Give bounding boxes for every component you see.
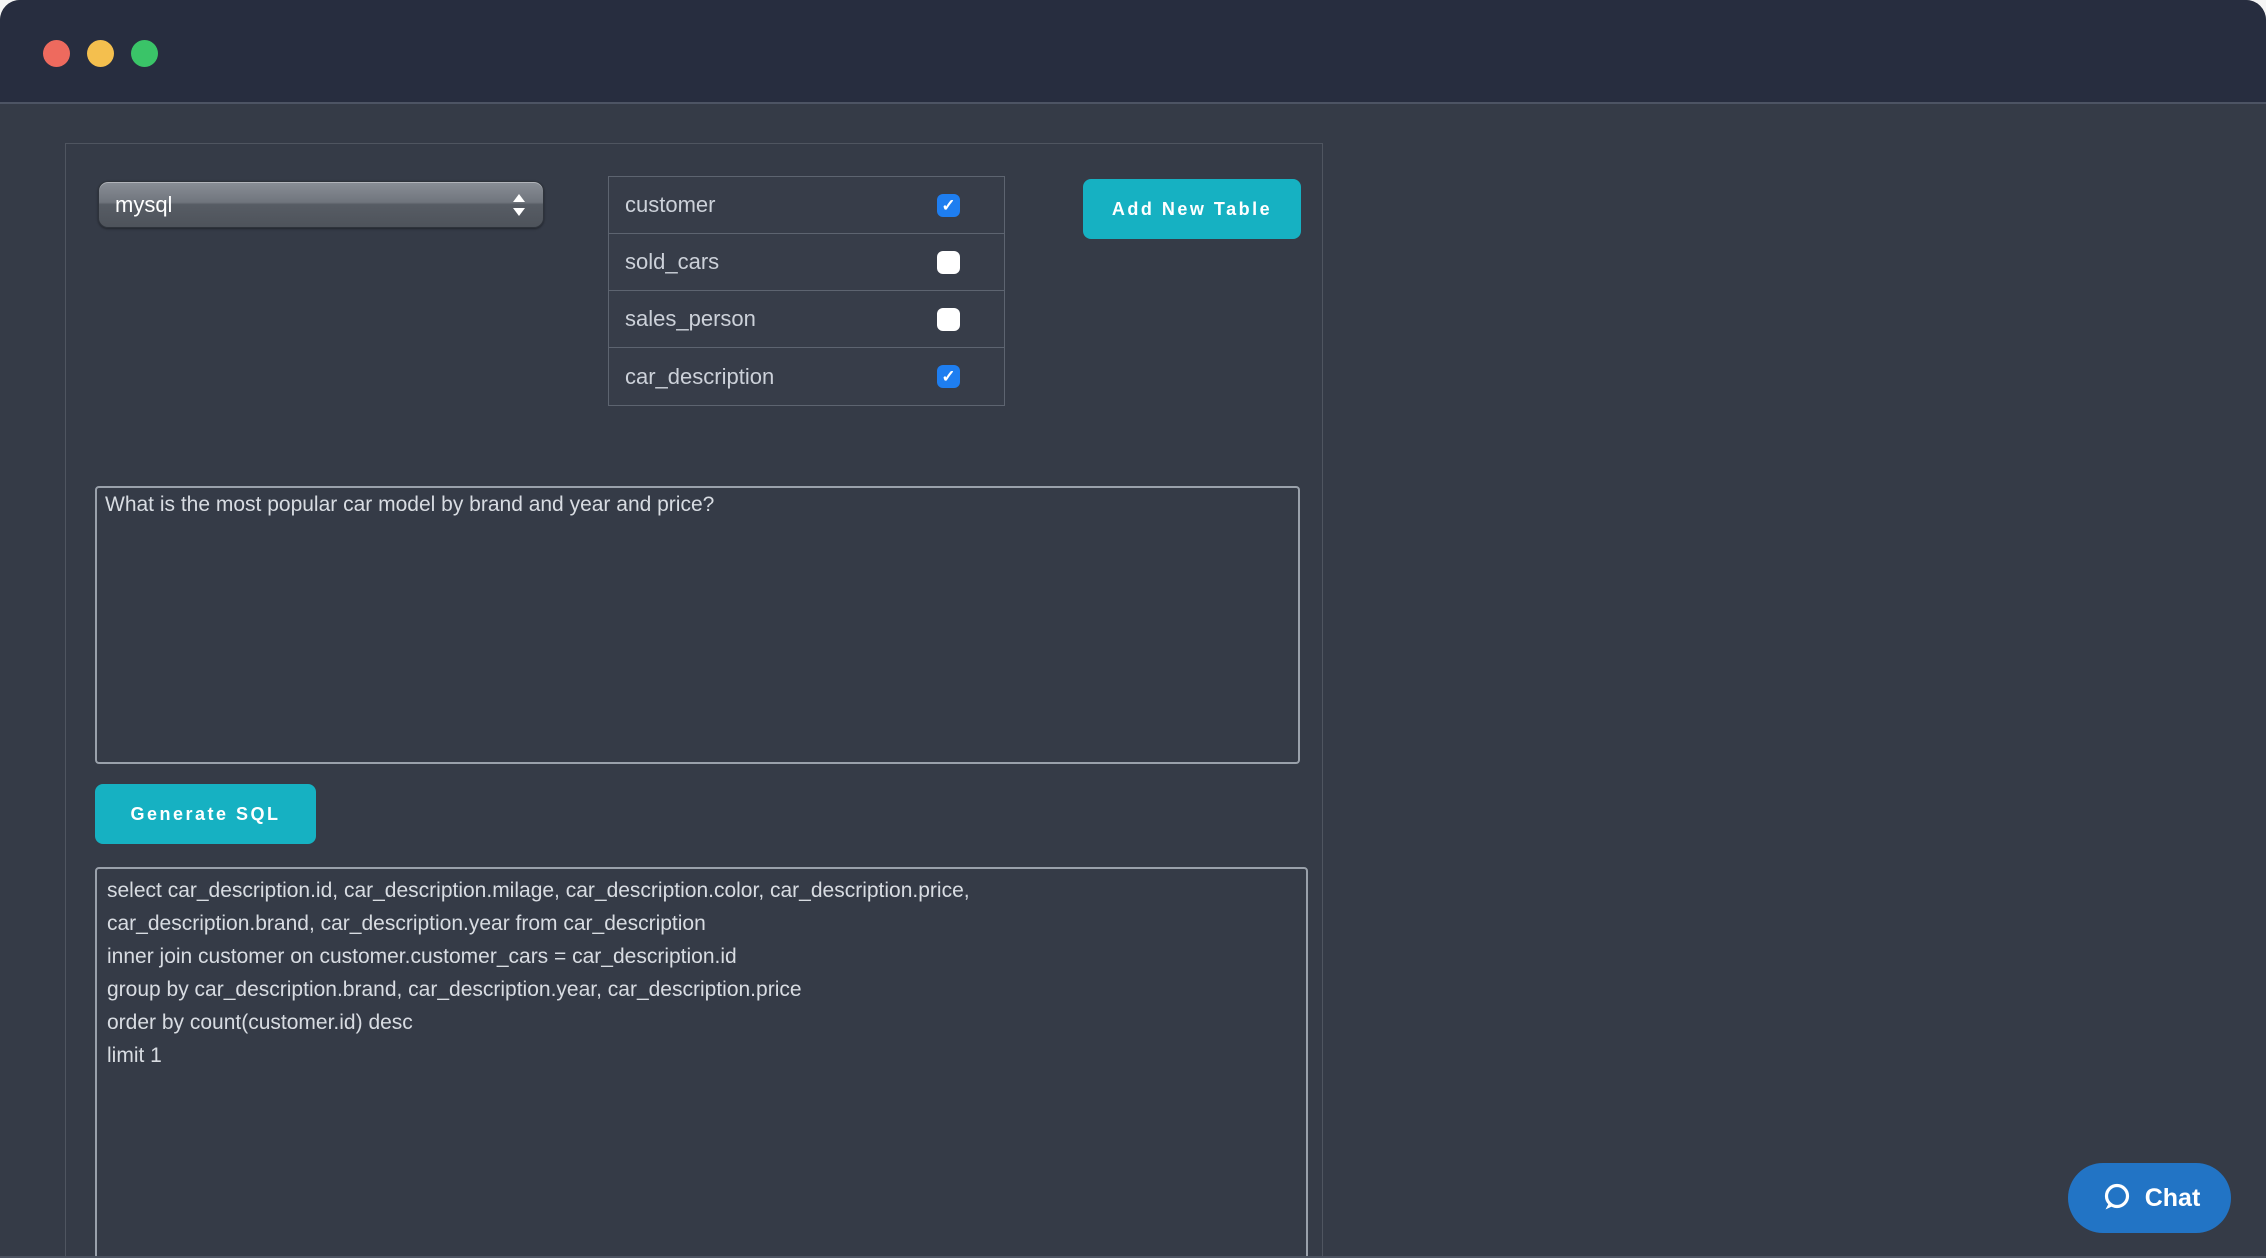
select-stepper-icon bbox=[511, 192, 527, 218]
generate-sql-button[interactable]: Generate SQL bbox=[95, 784, 316, 844]
zoom-window-button[interactable] bbox=[131, 40, 158, 67]
table-row: sold_cars bbox=[609, 234, 1004, 291]
table-name-label: customer bbox=[625, 192, 937, 218]
main-panel: mysql customer sold_cars sales_person car_d… bbox=[65, 143, 1323, 1258]
table-checkbox[interactable] bbox=[937, 251, 960, 274]
chat-bubble-icon bbox=[2099, 1181, 2133, 1215]
table-list: customer sold_cars sales_person car_descrip… bbox=[608, 176, 1005, 406]
table-checkbox[interactable] bbox=[937, 365, 960, 388]
titlebar bbox=[0, 0, 2266, 104]
add-new-table-button[interactable]: Add New Table bbox=[1083, 179, 1301, 239]
database-engine-select[interactable]: mysql bbox=[98, 181, 544, 228]
minimize-window-button[interactable] bbox=[87, 40, 114, 67]
table-name-label: sales_person bbox=[625, 306, 937, 332]
chat-button[interactable]: Chat bbox=[2068, 1163, 2231, 1233]
close-window-button[interactable] bbox=[43, 40, 70, 67]
app-window: mysql customer sold_cars sales_person car_d… bbox=[0, 0, 2266, 1258]
table-row: car_description bbox=[609, 348, 1004, 405]
screenshot-stage: mysql customer sold_cars sales_person car_d… bbox=[0, 0, 2266, 1258]
table-checkbox[interactable] bbox=[937, 194, 960, 217]
database-engine-value: mysql bbox=[115, 192, 511, 218]
table-row: sales_person bbox=[609, 291, 1004, 348]
question-input[interactable]: What is the most popular car model by br… bbox=[95, 486, 1300, 764]
table-checkbox[interactable] bbox=[937, 308, 960, 331]
chat-button-label: Chat bbox=[2145, 1184, 2201, 1213]
table-name-label: sold_cars bbox=[625, 249, 937, 275]
table-name-label: car_description bbox=[625, 364, 937, 390]
table-row: customer bbox=[609, 177, 1004, 234]
sql-output-textarea[interactable]: select car_description.id, car_descripti… bbox=[95, 867, 1308, 1258]
